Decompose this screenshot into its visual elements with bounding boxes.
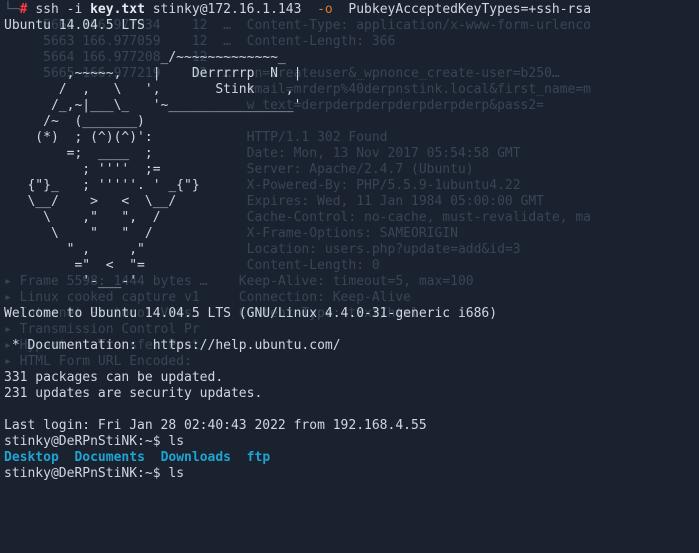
ssh-command-part: ssh -i (35, 2, 90, 17)
dir-ftp: ftp (247, 450, 270, 465)
prompt-text: stinky@DeRPnStiNK:~$ (4, 434, 168, 449)
shell-prompt[interactable]: stinky@DeRPnStiNK:~$ ls (4, 434, 184, 449)
motd-line: Last login: Fri Jan 28 02:40:43 2022 fro… (4, 418, 427, 433)
ssh-target: stinky@172.16.1.143 (145, 2, 317, 17)
ssh-keyfile: key.txt (90, 2, 145, 17)
motd-line: 331 packages can be updated. (4, 370, 223, 385)
dir-desktop: Desktop (4, 450, 59, 465)
root-prompt-hash: # (20, 2, 28, 17)
ls-output: Desktop Documents Downloads ftp (4, 450, 270, 465)
ssh-flag-o: -o (317, 2, 333, 17)
terminal-output[interactable]: └─# ssh -i key.txt stinky@172.16.1.143 -… (0, 0, 699, 484)
motd-line: * Documentation: https://help.ubuntu.com… (4, 338, 341, 353)
dir-documents: Documents (74, 450, 144, 465)
motd-line: 231 updates are security updates. (4, 386, 262, 401)
typed-command: ls (168, 434, 184, 449)
terminal-window[interactable]: └─ 5662 166.977034 12 … Content-Type: ap… (0, 0, 699, 553)
login-banner: Ubuntu 14.04.5 LTS (4, 18, 145, 33)
shell-prompt-current[interactable]: stinky@DeRPnStiNK:~$ ls (4, 466, 184, 481)
ascii-art: _/~~~~~~~~~~~~~_ ,~~~~~, | Derrrrrp N | … (4, 50, 301, 289)
typed-command: ls (168, 466, 184, 481)
motd-line: Welcome to Ubuntu 14.04.5 LTS (GNU/Linux… (4, 306, 497, 321)
dir-downloads: Downloads (161, 450, 231, 465)
prompt-text: stinky@DeRPnStiNK:~$ (4, 466, 168, 481)
ssh-option-value: PubkeyAcceptedKeyTypes=+ssh-rsa (333, 2, 591, 17)
